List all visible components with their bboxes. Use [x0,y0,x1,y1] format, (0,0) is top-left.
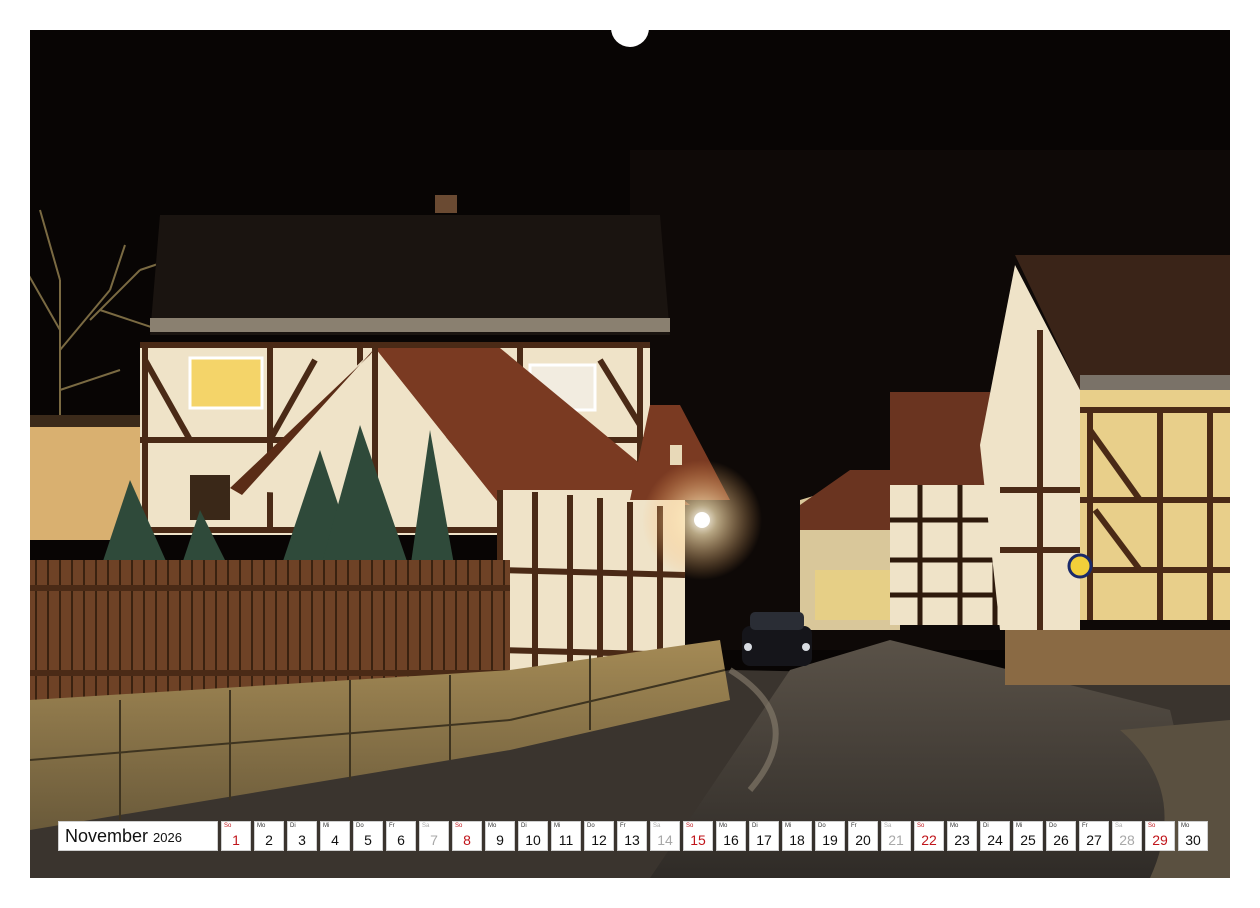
day-number: 28 [1119,832,1135,848]
day-cell: Do 19 [815,821,845,851]
day-cell: Mo 30 [1178,821,1208,851]
day-cell: Mo 9 [485,821,515,851]
day-number: 1 [232,832,240,848]
day-cell: Mi 4 [320,821,350,851]
date-strip: November 2026 So 1 Mo 2 Di 3 Mi 4 Do 5 Fr 6 Sa 7 So 8 Mo… [58,821,1208,851]
month-year: 2026 [153,830,182,845]
weekday-abbr: Do [818,823,826,829]
day-cell: Sa 21 [881,821,911,851]
day-number: 25 [1020,832,1036,848]
weekday-abbr: So [917,823,925,829]
day-number: 3 [298,832,306,848]
month-name: November [65,825,149,846]
day-number: 12 [591,832,607,848]
day-number: 16 [723,832,739,848]
day-cell: Do 5 [353,821,383,851]
day-number: 2 [265,832,273,848]
day-cell: Sa 7 [419,821,449,851]
day-cell: Mi 11 [551,821,581,851]
weekday-abbr: Do [356,823,364,829]
day-cell: Di 3 [287,821,317,851]
weekday-abbr: So [1148,823,1156,829]
weekday-abbr: Mi [1016,823,1023,829]
weekday-abbr: So [224,823,232,829]
day-cell: Mi 18 [782,821,812,851]
day-number: 21 [888,832,904,848]
weekday-abbr: Mo [488,823,497,829]
day-cell: Mo 2 [254,821,284,851]
weekday-abbr: Fr [620,823,626,829]
day-number: 17 [756,832,772,848]
weekday-abbr: Mi [785,823,792,829]
day-cell: Do 12 [584,821,614,851]
day-number: 14 [657,832,673,848]
day-cell: Di 17 [749,821,779,851]
day-cell: Do 26 [1046,821,1076,851]
day-cell: Fr 20 [848,821,878,851]
day-number: 15 [690,832,706,848]
weekday-abbr: Do [587,823,595,829]
weekday-abbr: Mo [719,823,728,829]
day-number: 24 [987,832,1003,848]
calendar-photo [30,30,1230,878]
day-cell: Sa 14 [650,821,680,851]
night-village-scene [30,30,1230,878]
day-cell: So 22 [914,821,944,851]
weekday-abbr: Fr [851,823,857,829]
weekday-abbr: Fr [1082,823,1088,829]
day-number: 30 [1185,832,1201,848]
day-cell: Mi 25 [1013,821,1043,851]
day-number: 20 [855,832,871,848]
day-cell: Mo 23 [947,821,977,851]
weekday-abbr: So [455,823,463,829]
weekday-abbr: Mo [257,823,266,829]
day-cell: Sa 28 [1112,821,1142,851]
weekday-abbr: Di [290,823,296,829]
day-number: 29 [1152,832,1168,848]
day-number: 5 [364,832,372,848]
weekday-abbr: Mo [1181,823,1190,829]
weekday-abbr: Sa [653,823,661,829]
day-number: 9 [496,832,504,848]
day-cell: Fr 27 [1079,821,1109,851]
weekday-abbr: Sa [1115,823,1123,829]
day-number: 19 [822,832,838,848]
day-cell: Mo 16 [716,821,746,851]
weekday-abbr: Mi [323,823,330,829]
weekday-abbr: Mi [554,823,561,829]
weekday-abbr: Di [752,823,758,829]
weekday-abbr: Sa [884,823,892,829]
weekday-abbr: Mo [950,823,959,829]
day-cell: Di 10 [518,821,548,851]
road-sign-icon [1067,553,1093,579]
weekday-abbr: Di [521,823,527,829]
day-number: 23 [954,832,970,848]
day-cell: Fr 13 [617,821,647,851]
day-number: 22 [921,832,937,848]
day-cell: So 1 [221,821,251,851]
month-label: November 2026 [58,821,218,851]
weekday-abbr: So [686,823,694,829]
day-number: 8 [463,832,471,848]
parked-car [742,612,812,666]
day-number: 6 [397,832,405,848]
day-number: 27 [1086,832,1102,848]
weekday-abbr: Fr [389,823,395,829]
weekday-abbr: Sa [422,823,430,829]
day-cell: Fr 6 [386,821,416,851]
weekday-abbr: Do [1049,823,1057,829]
day-number: 7 [430,832,438,848]
day-number: 18 [789,832,805,848]
day-number: 4 [331,832,339,848]
day-cell: So 8 [452,821,482,851]
day-number: 26 [1053,832,1069,848]
day-cell: So 29 [1145,821,1175,851]
day-number: 10 [525,832,541,848]
day-number: 13 [624,832,640,848]
day-cell: So 15 [683,821,713,851]
weekday-abbr: Di [983,823,989,829]
day-cell: Di 24 [980,821,1010,851]
day-number: 11 [558,832,574,848]
